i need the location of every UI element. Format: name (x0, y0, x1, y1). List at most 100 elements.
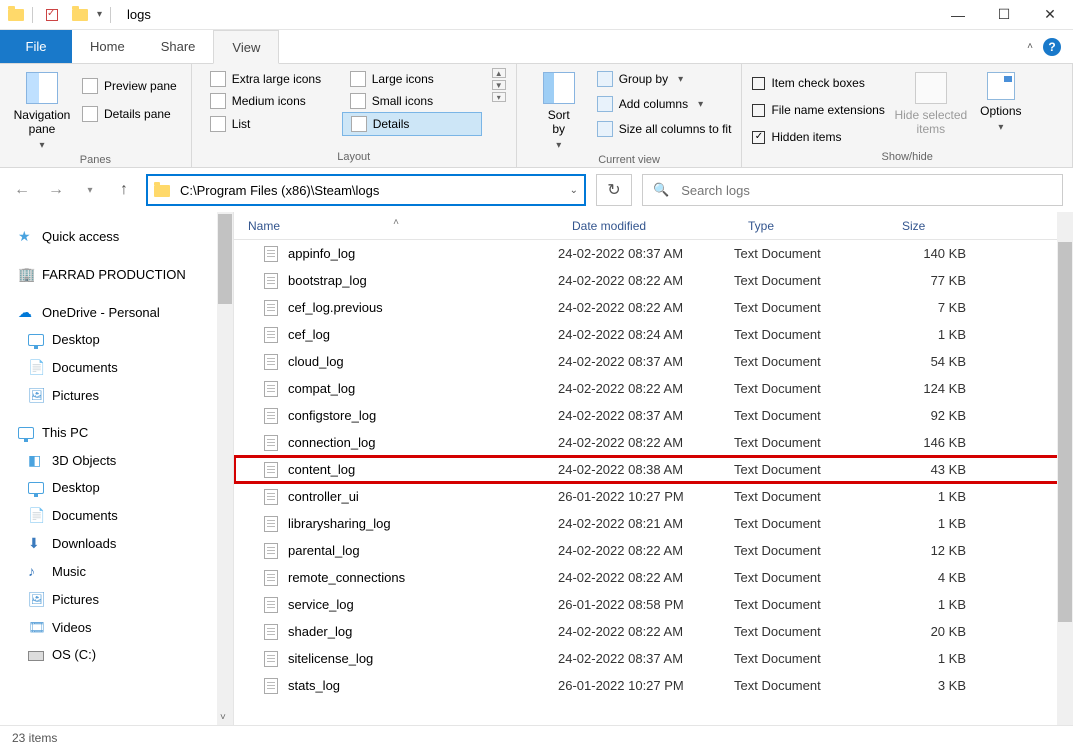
minimize-button[interactable]: ― (935, 0, 981, 30)
search-box[interactable]: 🔍 (642, 174, 1063, 206)
file-extensions-toggle[interactable]: File name extensions (752, 99, 884, 121)
qat-properties[interactable] (41, 4, 63, 26)
help-icon[interactable]: ? (1043, 38, 1061, 56)
file-date: 24-02-2022 08:22 AM (558, 543, 734, 558)
layout-list[interactable]: List (202, 112, 342, 136)
tree-quick-access[interactable]: ★Quick access (0, 222, 233, 250)
group-by-button[interactable]: Group by▾ (597, 68, 732, 90)
qat-customize[interactable]: ▾ (97, 9, 102, 20)
col-size[interactable]: Size (888, 219, 984, 233)
tree-pc-music[interactable]: ♪Music (0, 557, 233, 585)
table-row[interactable]: service_log26-01-2022 08:58 PMText Docum… (234, 591, 1073, 618)
table-row[interactable]: controller_ui26-01-2022 10:27 PMText Doc… (234, 483, 1073, 510)
layout-scroll-down[interactable]: ▼ (492, 80, 506, 90)
app-icon (8, 9, 24, 21)
table-row[interactable]: cloud_log24-02-2022 08:37 AMText Documen… (234, 348, 1073, 375)
file-type: Text Document (734, 570, 888, 585)
col-type[interactable]: Type (734, 219, 888, 233)
tree-onedrive[interactable]: ☁OneDrive - Personal (0, 298, 233, 326)
table-row[interactable]: shader_log24-02-2022 08:22 AMText Docume… (234, 618, 1073, 645)
table-row[interactable]: cef_log.previous 24-02-2022 08:22 AMText … (234, 294, 1073, 321)
file-type: Text Document (734, 300, 888, 315)
list-icon (210, 116, 226, 132)
table-row[interactable]: sitelicense_log24-02-2022 08:37 AMText D… (234, 645, 1073, 672)
table-row[interactable]: compat_log24-02-2022 08:22 AMText Docume… (234, 375, 1073, 402)
layout-extra-large[interactable]: Extra large icons (202, 68, 342, 90)
address-bar[interactable]: ⌄ (146, 174, 586, 206)
file-name: cloud_log (288, 354, 344, 369)
table-row[interactable]: cef_log24-02-2022 08:24 AMText Document1… (234, 321, 1073, 348)
table-row[interactable]: remote_connections24-02-2022 08:22 AMTex… (234, 564, 1073, 591)
tree-pc-osc[interactable]: OS (C:) (0, 641, 233, 668)
qat-folder[interactable] (69, 4, 91, 26)
tab-home[interactable]: Home (72, 30, 143, 63)
add-columns-button[interactable]: Add columns▾ (597, 93, 732, 115)
table-row[interactable]: connection_log24-02-2022 08:22 AMText Do… (234, 429, 1073, 456)
tree-pc-desktop[interactable]: Desktop (0, 474, 233, 501)
up-button[interactable]: ↑ (112, 178, 136, 202)
list-scroll-thumb[interactable] (1058, 242, 1072, 622)
group-label: Panes (10, 151, 181, 170)
tab-share[interactable]: Share (143, 30, 214, 63)
tree-pc-pictures[interactable]: 🖼Pictures (0, 585, 233, 613)
tree-farrad[interactable]: 🏢FARRAD PRODUCTION (0, 260, 233, 288)
tree-scrollbar[interactable]: ˄ ˅ (217, 212, 233, 725)
search-input[interactable] (679, 182, 1052, 199)
tree-pc-downloads[interactable]: ⬇Downloads (0, 529, 233, 557)
file-size: 1 KB (888, 651, 984, 666)
file-size: 43 KB (888, 462, 984, 477)
col-name[interactable]: ˄Name (234, 219, 558, 233)
tree-pc-videos[interactable]: 🎞Videos (0, 613, 233, 641)
col-date[interactable]: Date modified (558, 219, 734, 233)
file-name: cef_log.previous (288, 300, 383, 315)
tree-this-pc[interactable]: This PC (0, 419, 233, 446)
tree-od-documents[interactable]: 📄Documents (0, 353, 233, 381)
close-button[interactable]: ✕ (1027, 0, 1073, 30)
ribbon-collapse-icon[interactable]: ˄ (1027, 41, 1033, 52)
options-button[interactable]: Options ▾ (969, 68, 1033, 133)
list-scrollbar[interactable] (1057, 212, 1073, 725)
file-type: Text Document (734, 543, 888, 558)
tree-scroll-thumb[interactable] (218, 214, 232, 304)
table-row[interactable]: appinfo_log24-02-2022 08:37 AMText Docum… (234, 240, 1073, 267)
tab-file[interactable]: File (0, 30, 72, 63)
back-button[interactable]: ← (10, 178, 34, 202)
forward-button[interactable]: → (44, 178, 68, 202)
tab-view[interactable]: View (213, 30, 279, 64)
title-bar: ▾ logs ― ☐ ✕ (0, 0, 1073, 30)
tree-3d[interactable]: ◧3D Objects (0, 446, 233, 474)
table-row[interactable]: content_log24-02-2022 08:38 AMText Docum… (234, 456, 1073, 483)
navigation-pane-button[interactable]: Navigation pane ▾ (10, 68, 74, 151)
address-input[interactable] (178, 182, 562, 199)
refresh-button[interactable]: ↻ (596, 174, 632, 206)
item-checkboxes-toggle[interactable]: Item check boxes (752, 72, 884, 94)
address-dropdown-icon[interactable]: ⌄ (570, 185, 578, 196)
tree-od-pictures[interactable]: 🖼Pictures (0, 381, 233, 409)
file-date: 24-02-2022 08:22 AM (558, 300, 734, 315)
tree-pc-documents[interactable]: 📄Documents (0, 501, 233, 529)
preview-pane-button[interactable]: Preview pane (78, 74, 181, 98)
file-name: content_log (288, 462, 355, 477)
document-icon (264, 327, 278, 343)
hidden-items-toggle[interactable]: Hidden items (752, 126, 884, 148)
table-row[interactable]: stats_log26-01-2022 10:27 PMText Documen… (234, 672, 1073, 699)
table-row[interactable]: parental_log24-02-2022 08:22 AMText Docu… (234, 537, 1073, 564)
sort-by-button[interactable]: Sort by ▾ (527, 68, 591, 151)
size-columns-button[interactable]: Size all columns to fit (597, 118, 732, 140)
layout-medium[interactable]: Medium icons (202, 90, 342, 112)
tree-od-desktop[interactable]: Desktop (0, 326, 233, 353)
layout-expand[interactable]: ▾ (492, 92, 506, 102)
layout-large[interactable]: Large icons (342, 68, 482, 90)
table-row[interactable]: librarysharing_log24-02-2022 08:21 AMTex… (234, 510, 1073, 537)
details-pane-button[interactable]: Details pane (78, 102, 181, 126)
layout-scroll-up[interactable]: ▲ (492, 68, 506, 78)
table-row[interactable]: bootstrap_log24-02-2022 08:22 AMText Doc… (234, 267, 1073, 294)
recent-locations[interactable]: ▾ (78, 178, 102, 202)
table-row[interactable]: configstore_log24-02-2022 08:37 AMText D… (234, 402, 1073, 429)
maximize-button[interactable]: ☐ (981, 0, 1027, 30)
videos-icon: 🎞 (28, 619, 44, 635)
layout-details[interactable]: Details (342, 112, 482, 136)
file-name: remote_connections (288, 570, 405, 585)
document-icon (264, 408, 278, 424)
layout-small[interactable]: Small icons (342, 90, 482, 112)
